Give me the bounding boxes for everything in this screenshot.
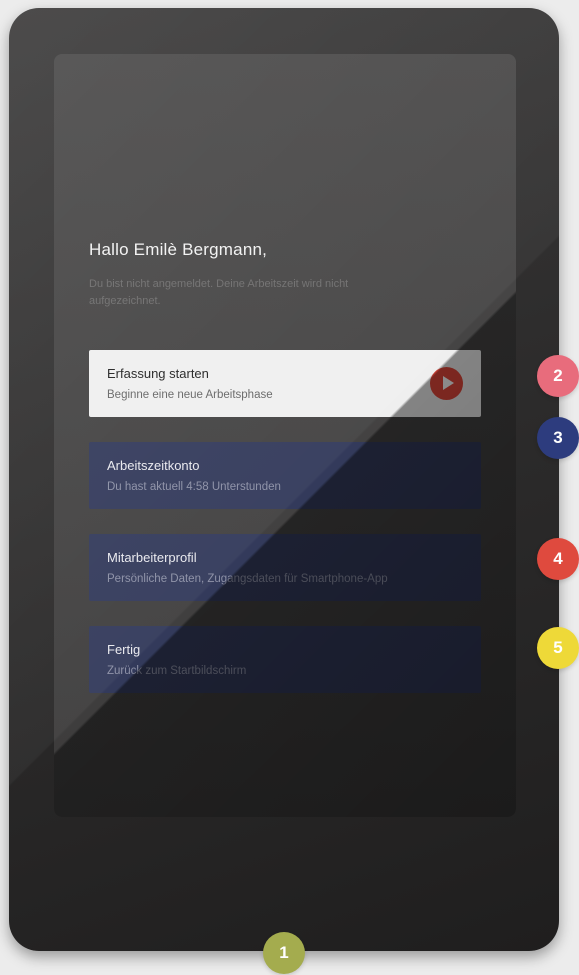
play-icon[interactable] (430, 367, 463, 400)
done-button[interactable]: Fertig Zurück zum Startbildschirm (89, 626, 481, 693)
terminal-device: Hallo Emilè Bergmann, Du bist nicht ange… (9, 8, 559, 951)
greeting-heading: Hallo Emilè Bergmann, (89, 240, 268, 259)
stage: Hallo Emilè Bergmann, Du bist nicht ange… (0, 0, 579, 975)
callout-badge-1: 1 (263, 932, 305, 974)
start-tracking-button[interactable]: Erfassung starten Beginne eine neue Arbe… (89, 350, 481, 417)
login-status-text: Du bist nicht angemeldet. Deine Arbeitsz… (89, 278, 349, 307)
screen-reflection (54, 54, 516, 817)
callout-badge-3: 3 (537, 417, 579, 459)
employee-profile-button[interactable]: Mitarbeiterprofil Persönliche Daten, Zug… (89, 534, 481, 601)
card-title: Mitarbeiterprofil (107, 550, 197, 565)
card-description: Du hast aktuell 4:58 Unterstunden (107, 481, 281, 493)
card-description: Zurück zum Startbildschirm (107, 665, 247, 677)
callout-badge-2: 2 (537, 355, 579, 397)
callout-badge-5: 5 (537, 627, 579, 669)
callout-badge-4: 4 (537, 538, 579, 580)
card-title: Fertig (107, 642, 141, 657)
card-description: Persönliche Daten, Zugangsdaten für Smar… (107, 573, 388, 585)
terminal-screen: Hallo Emilè Bergmann, Du bist nicht ange… (54, 54, 516, 817)
card-title: Arbeitszeitkonto (107, 458, 200, 473)
card-title: Erfassung starten (107, 366, 209, 381)
time-account-button[interactable]: Arbeitszeitkonto Du hast aktuell 4:58 Un… (89, 442, 481, 509)
card-description: Beginne eine neue Arbeitsphase (107, 389, 273, 401)
